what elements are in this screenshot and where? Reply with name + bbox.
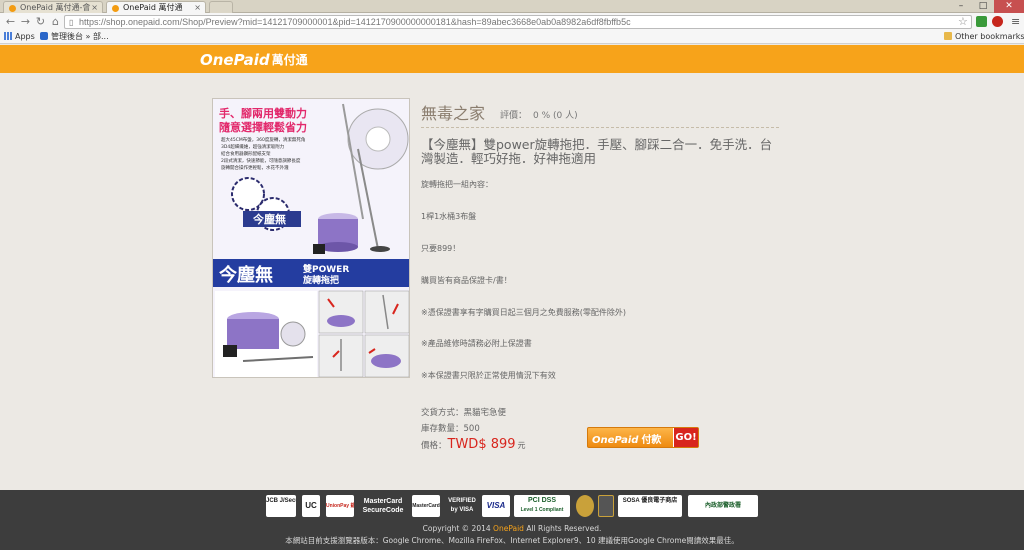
price-label: 價格：: [421, 441, 447, 451]
seal-badge-icon: [598, 495, 614, 517]
browser-tab-1[interactable]: OnePaid 萬付通-會 ×: [3, 1, 103, 13]
image-product-type: 旋轉拖把: [302, 274, 339, 286]
url-host: https://shop.onepaid.com: [79, 17, 180, 27]
stock-quantity: 庫存數量：500: [421, 424, 480, 434]
bookmark-apps[interactable]: Apps: [4, 31, 35, 43]
bookmark-admin-label: 管理後台 » 部...: [51, 32, 109, 41]
bookmark-page-icon: [40, 32, 48, 40]
image-brand: 今塵無: [219, 264, 273, 286]
logo-latin: OnePaid: [200, 51, 270, 69]
image-headline-2: 隨意選擇輕鬆省力: [219, 120, 307, 134]
browser-tab-1-label: OnePaid 萬付通-會: [20, 3, 91, 12]
bookmark-other[interactable]: Other bookmarks: [944, 31, 1024, 43]
price-unit: 元: [517, 441, 526, 450]
pay-button-cn: 付款: [641, 435, 662, 446]
copyright-prefix: Copyright © 2014: [422, 524, 491, 533]
bookmark-admin[interactable]: 管理後台 » 部...: [40, 31, 109, 43]
mastercard-securecode-logo: MasterCard SecureCode: [362, 498, 404, 514]
copyright-brand: OnePaid: [493, 524, 524, 533]
go-label: GO!: [673, 428, 698, 447]
divider: [421, 127, 779, 128]
onepaid-pay-button[interactable]: OnePaid 付款 GO!: [587, 427, 699, 448]
onepaid-favicon-icon: [112, 5, 119, 12]
award-badge-icon: [576, 495, 594, 517]
verified-by-visa-logo: VERIFIED by VISA: [448, 498, 476, 513]
description-line: ※憑保證書享有字購買日起三個月之免費服務(零配件除外): [421, 308, 626, 317]
image-headline-1: 手、腳兩用雙動力: [219, 106, 307, 120]
product-image: 手、腳兩用雙動力 隨意選擇輕鬆省力 超大45CM布盤，360度旋轉，清潔無死角 …: [212, 98, 410, 378]
page-icon: ▯: [69, 18, 74, 27]
copyright: Copyright © 2014 OnePaid All Rights Rese…: [0, 524, 1024, 533]
image-product-line: 雙POWER: [303, 263, 349, 275]
forward-icon[interactable]: →: [19, 15, 32, 28]
unionpay-logo: UnionPay 銀聯: [326, 495, 354, 517]
bookmark-other-label: Other bookmarks: [955, 32, 1024, 41]
description-line: 1桿1水桶3布盤: [421, 212, 477, 221]
price-value: TWD$ 899: [447, 437, 516, 452]
product-title: 【今塵無】雙power旋轉拖把．手壓、腳踩二合一．免手洗．台灣製造．輕巧好拖．好…: [421, 137, 773, 166]
onepaid-logo[interactable]: OnePaid 萬付通: [200, 50, 308, 69]
bookmarks-bar: Apps 管理後台 » 部... Other bookmarks: [0, 31, 1024, 44]
pay-button-label: OnePaid 付款: [592, 431, 661, 446]
minimize-icon[interactable]: –: [950, 0, 972, 13]
logo-cn: 萬付通: [271, 53, 308, 67]
browser-support-note: 本網站目前支援瀏覽器版本：Google Chrome、Mozilla FireF…: [285, 536, 739, 545]
product-image-graphic: 手、腳兩用雙動力 隨意選擇輕鬆省力 超大45CM布盤，360度旋轉，清潔無死角 …: [213, 99, 409, 377]
browser-tab-2[interactable]: OnePaid 萬付通 ×: [106, 1, 206, 13]
price: 價格：TWD$ 899 元: [421, 437, 526, 452]
pci-dss-label: PCI DSS: [527, 497, 556, 504]
description-line: 旋轉拖把一組內容：: [421, 180, 493, 189]
close-tab-icon[interactable]: ×: [194, 2, 201, 13]
bookmark-apps-label: Apps: [15, 32, 35, 41]
description-line: ※本保證書只限於正常使用情況下有效: [421, 371, 556, 380]
image-bullet-3: 結合食用器鑽形配紙支架: [221, 150, 271, 157]
shipping-method: 交貨方式：黑貓宅急便: [421, 408, 507, 418]
copyright-suffix: All Rights Reserved.: [526, 524, 602, 533]
bookmark-star-icon[interactable]: ☆: [958, 15, 968, 28]
jcb-logo: JCB J/Secure: [266, 495, 296, 517]
chrome-menu-icon[interactable]: ≡: [1011, 15, 1020, 28]
image-bullet-4: 2段式清潔，快速節能，可隨意調節長度: [221, 157, 301, 164]
pci-dss-logo: PCI DSS Level 1 Compliant: [514, 495, 570, 517]
home-icon[interactable]: ⌂: [49, 15, 62, 28]
folder-icon: [944, 32, 952, 40]
url-input[interactable]: ▯ https://shop.onepaid.com/Shop/Preview?…: [64, 15, 972, 29]
back-icon[interactable]: ←: [4, 15, 17, 28]
image-bullet-1: 超大45CM布盤，360度旋轉，清潔無死角: [221, 136, 305, 143]
extension-red-icon[interactable]: [992, 16, 1003, 27]
address-bar: ← → ↻ ⌂ ▯ https://shop.onepaid.com/Shop/…: [0, 13, 1024, 31]
store-name[interactable]: 無毒之家: [421, 100, 485, 124]
description-line: ※產品維修時請務必附上保證書: [421, 339, 532, 348]
visa-logo: VISA: [482, 495, 510, 517]
image-bullet-2: 3D4超細纖維，超強清潔吸附力: [221, 143, 285, 150]
new-tab-button[interactable]: [209, 1, 233, 13]
close-window-icon[interactable]: ✕: [994, 0, 1024, 13]
rating-label: 評價：: [500, 111, 528, 121]
description-line: 購買皆有商品保證卡/書！: [421, 276, 512, 285]
close-tab-icon[interactable]: ×: [91, 2, 98, 13]
url-path: /Shop/Preview?mid=14121709000001&pid=141…: [179, 17, 631, 27]
description-line: 只要899！: [421, 244, 461, 253]
maximize-icon[interactable]: □: [972, 0, 994, 13]
onepaid-favicon-icon: [9, 5, 16, 12]
sosa-logo: SOSA 優良電子商店: [618, 495, 682, 517]
site-header: OnePaid 萬付通: [0, 45, 1024, 73]
mastercard-logo: MasterCard: [412, 495, 440, 517]
rating: 評價： 0 % (0 人): [500, 108, 578, 121]
image-brand-small: 今塵無: [252, 212, 286, 226]
reload-icon[interactable]: ↻: [34, 15, 47, 28]
pci-level-label: Level 1 Compliant: [520, 507, 564, 513]
browser-tab-2-label: OnePaid 萬付通: [123, 3, 183, 12]
uc-logo: UC: [302, 495, 320, 517]
rating-value: 0 % (0 人): [533, 111, 578, 121]
window-controls: – □ ✕: [950, 0, 1024, 13]
browser-tab-strip: OnePaid 萬付通-會 × OnePaid 萬付通 × – □ ✕: [0, 0, 1024, 13]
extension-green-icon[interactable]: [976, 16, 987, 27]
police-agency-logo: 內政部警政署: [688, 495, 758, 517]
apps-grid-icon: [4, 32, 12, 40]
pay-button-latin: OnePaid: [592, 435, 639, 446]
image-bullet-5: 旋轉開合操作更輕鬆，水花不外濺: [221, 164, 289, 171]
